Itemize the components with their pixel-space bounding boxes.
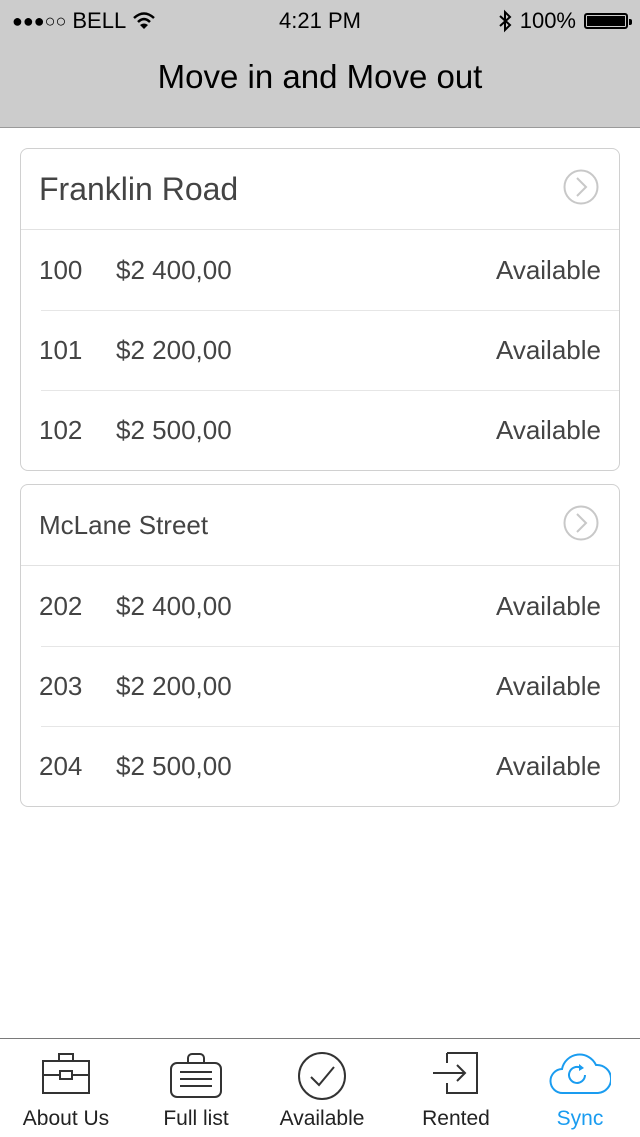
tab-label: About Us <box>22 1107 110 1130</box>
tab-label: Rented <box>422 1107 490 1130</box>
unit-price: $2 400,00 <box>116 591 232 621</box>
unit-number: 102 <box>39 415 83 445</box>
unit-status: Available <box>495 671 601 701</box>
property-card: McLane Street 202 $2 400,00 Available 203 $… <box>20 484 620 807</box>
unit-number: 203 <box>39 671 83 701</box>
tab-full-list[interactable]: Full list <box>132 1039 260 1137</box>
unit-number: 100 <box>39 255 83 285</box>
list-bag-icon <box>170 1053 222 1098</box>
tab-sync[interactable]: Sync <box>516 1039 640 1137</box>
check-circle-icon <box>298 1052 346 1100</box>
cloud-sync-icon <box>549 1053 611 1095</box>
sign-in-icon <box>433 1052 478 1094</box>
tab-about-us[interactable]: About Us <box>2 1039 130 1137</box>
tab-label: Sync <box>556 1107 604 1130</box>
unit-price: $2 200,00 <box>116 335 232 365</box>
unit-price: $2 400,00 <box>116 255 232 285</box>
property-header[interactable]: Franklin Road <box>21 149 619 230</box>
unit-status: Available <box>495 415 601 445</box>
unit-number: 204 <box>39 751 83 781</box>
unit-number: 202 <box>39 591 83 621</box>
unit-status: Available <box>495 591 601 621</box>
property-header[interactable]: McLane Street <box>21 485 619 566</box>
briefcase-icon <box>42 1053 90 1094</box>
unit-price: $2 500,00 <box>116 415 232 445</box>
tab-available[interactable]: Available <box>258 1039 386 1137</box>
navigation-header: ●●●○○ BELL 4:21 PM 100% Move in and Move… <box>0 0 640 128</box>
property-name: Franklin Road <box>39 171 239 207</box>
tab-label: Available <box>279 1107 365 1130</box>
unit-row[interactable]: 100 $2 400,00 Available <box>21 230 619 310</box>
status-bar: ●●●○○ BELL 4:21 PM 100% <box>0 6 640 36</box>
chevron-right-circle-icon[interactable] <box>563 505 599 541</box>
battery-percent: 100% <box>519 8 576 33</box>
unit-status: Available <box>495 335 601 365</box>
unit-number: 101 <box>39 335 83 365</box>
property-name: McLane Street <box>39 510 209 540</box>
tab-label: Full list <box>163 1107 229 1130</box>
property-card: Franklin Road 100 $2 400,00 Available 101 $… <box>20 148 620 471</box>
unit-row[interactable]: 202 $2 400,00 Available <box>21 566 619 646</box>
chevron-right-circle-icon[interactable] <box>563 169 599 205</box>
tab-rented[interactable]: Rented <box>392 1039 520 1137</box>
battery-icon <box>584 13 632 29</box>
unit-row[interactable]: 204 $2 500,00 Available <box>21 726 619 806</box>
unit-status: Available <box>495 751 601 781</box>
unit-row[interactable]: 203 $2 200,00 Available <box>21 646 619 726</box>
unit-status: Available <box>495 255 601 285</box>
unit-price: $2 500,00 <box>116 751 232 781</box>
bluetooth-icon <box>499 9 512 33</box>
unit-price: $2 200,00 <box>116 671 232 701</box>
unit-row[interactable]: 101 $2 200,00 Available <box>21 310 619 390</box>
unit-row[interactable]: 102 $2 500,00 Available <box>21 390 619 470</box>
tab-bar: About Us Full list Available Rented Sync <box>0 1038 640 1137</box>
page-title: Move in and Move out <box>157 58 483 95</box>
